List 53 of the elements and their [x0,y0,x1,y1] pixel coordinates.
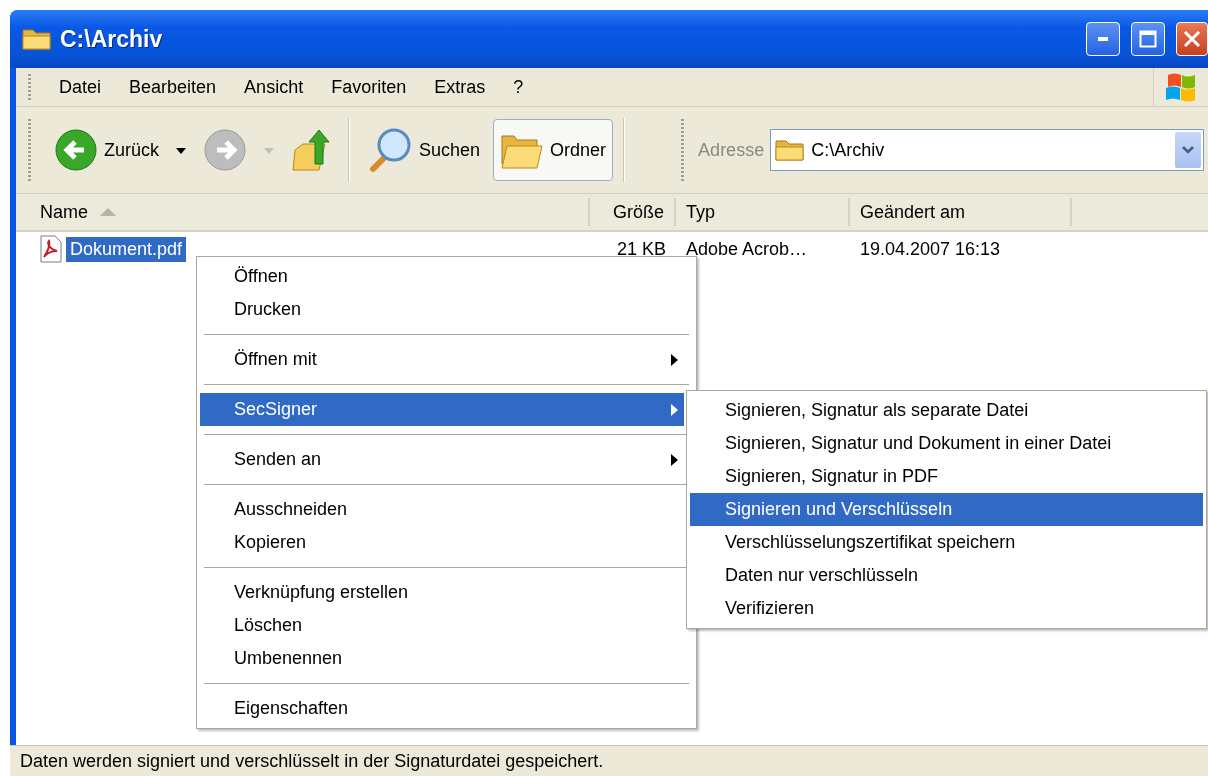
window-title: C:\Archiv [60,25,164,53]
maximize-button[interactable] [1131,22,1165,56]
menu-item[interactable]: Kopieren [200,526,684,559]
flag-icon [1164,71,1198,103]
menu-item[interactable]: Signieren, Signatur als separate Datei [690,394,1203,427]
close-icon [1182,29,1202,49]
search-button[interactable]: Suchen [360,119,488,181]
menu-item[interactable]: Ansicht [230,76,318,98]
table-cell-text: 19.04.2007 16:13 [859,238,1002,260]
menu-item[interactable]: Extras [420,76,500,98]
folder-icon [775,138,806,162]
menu-item[interactable]: Signieren und Verschlüsseln [690,493,1203,526]
folder-up-icon [291,128,331,172]
menu-item[interactable]: Signieren, Signatur und Dokument in einer Datei [690,427,1203,460]
maximize-icon [1139,30,1157,48]
menu-item[interactable]: Senden an [200,443,684,476]
search-icon [367,127,413,173]
menu-item[interactable]: Signieren, Signatur in PDF [690,460,1203,493]
minimize-button[interactable] [1086,22,1120,56]
table-cell-text: 21 KB [615,238,667,260]
menu-item[interactable]: Datei [45,76,116,98]
close-button[interactable] [1176,22,1208,56]
dropdown-button[interactable] [1175,132,1201,168]
status-text: Daten werden signiert und verschlüsselt in der Signaturdatei gespeichert. [20,750,604,772]
menu-item[interactable]: Verschlüsselungszertifikat speichern [690,526,1203,559]
column-header[interactable]: Name [30,198,590,226]
menu-item[interactable]: Favoriten [317,76,421,98]
folders-button[interactable]: Ordner [493,119,614,181]
address-field[interactable]: C:\Archiv [770,129,1204,171]
menu-item[interactable]: Löschen [200,609,684,642]
file-name[interactable]: Dokument.pdf [66,236,187,262]
menu-item[interactable]: Verifizieren [690,592,1203,625]
minimize-icon [1098,37,1108,41]
menu-item[interactable]: Öffnen mit [200,343,684,376]
menu-item[interactable]: Umbenennen [200,642,684,675]
back-button[interactable]: Zurück [47,119,166,181]
menu-item[interactable]: ? [499,76,538,98]
table-cell-text: Adobe Acrob… [685,238,809,260]
menu-item[interactable]: Daten nur verschlüsseln [690,559,1203,592]
menu-item[interactable]: Eigenschaften [200,692,684,725]
column-header[interactable]: Typ [676,198,850,226]
pdf-file-icon [38,235,64,263]
menu-item[interactable]: SecSigner [200,393,684,426]
folder-icon [22,27,52,51]
column-header[interactable]: Geändert am [850,198,1072,226]
menu-item[interactable]: Bearbeiten [115,76,231,98]
chevron-down-icon [1181,145,1195,155]
column-header[interactable]: Größe [590,198,676,226]
menu-item[interactable]: Verknüpfung erstellen [200,576,684,609]
menu-item[interactable]: Drucken [200,293,684,326]
menu-item[interactable]: Öffnen [200,260,684,293]
menu-item[interactable]: Ausschneiden [200,493,684,526]
address-label: Adresse [698,139,765,161]
